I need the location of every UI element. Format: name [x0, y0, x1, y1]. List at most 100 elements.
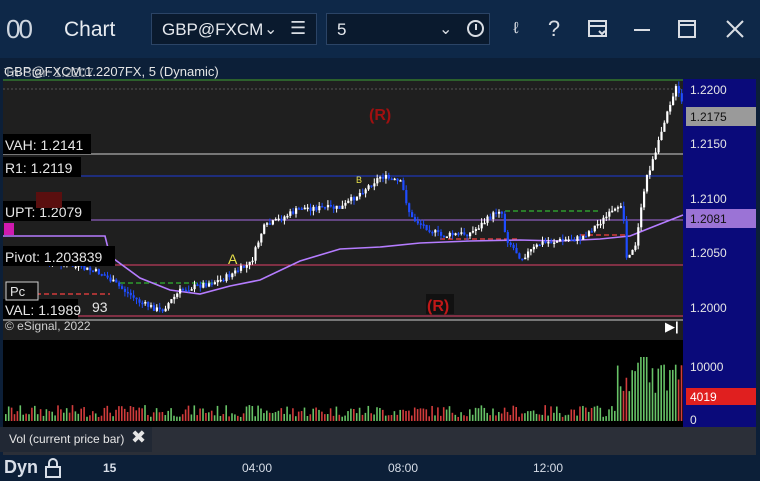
volume-bar[interactable]	[341, 416, 343, 421]
candle[interactable]	[512, 244, 515, 248]
candle[interactable]	[251, 260, 254, 263]
volume-bar[interactable]	[469, 409, 471, 421]
symbol-selector[interactable]: GBP@FXCM ⌄ ☰	[151, 13, 317, 45]
candle[interactable]	[332, 206, 335, 209]
volume-bar[interactable]	[373, 414, 375, 421]
candle[interactable]	[187, 290, 190, 292]
volume-bar[interactable]	[271, 413, 274, 421]
volume-bar[interactable]	[10, 407, 13, 421]
candle[interactable]	[631, 249, 634, 255]
volume-bar[interactable]	[65, 408, 68, 421]
volume-bar[interactable]	[616, 365, 619, 421]
volume-bar[interactable]	[173, 415, 175, 421]
volume-bar[interactable]	[582, 405, 584, 421]
candle[interactable]	[257, 242, 260, 248]
candle[interactable]	[614, 208, 617, 211]
lock-icon[interactable]	[44, 458, 62, 478]
candle[interactable]	[347, 200, 350, 203]
candle[interactable]	[477, 228, 480, 230]
candle[interactable]	[147, 301, 150, 307]
candle[interactable]	[527, 251, 530, 258]
volume-bar[interactable]	[460, 412, 462, 421]
volume-bar[interactable]	[350, 408, 352, 421]
volume-bar[interactable]	[28, 414, 30, 421]
price-chart-svg[interactable]: (R) (R) A B GBP@FXCM:1.2207FX, 5 (Dynami…	[0, 58, 760, 481]
volume-bar[interactable]	[280, 408, 283, 421]
candle[interactable]	[582, 235, 585, 240]
volume-bar[interactable]	[89, 415, 91, 421]
volume-bar[interactable]	[121, 406, 123, 421]
candle[interactable]	[210, 283, 214, 285]
candle[interactable]	[350, 197, 353, 201]
candle[interactable]	[399, 180, 402, 182]
candle[interactable]	[167, 303, 170, 309]
candle[interactable]	[315, 206, 318, 211]
volume-bar[interactable]	[576, 415, 578, 421]
volume-bar[interactable]	[237, 415, 239, 421]
candle[interactable]	[367, 185, 370, 190]
candle[interactable]	[405, 190, 408, 204]
volume-bar[interactable]	[164, 415, 167, 421]
volume-bar[interactable]	[527, 411, 529, 421]
candle[interactable]	[196, 284, 199, 286]
candle[interactable]	[184, 289, 187, 292]
volume-bar[interactable]	[500, 413, 503, 421]
candle[interactable]	[373, 183, 376, 187]
candle[interactable]	[170, 299, 173, 304]
volume-bar[interactable]	[454, 414, 457, 421]
candle[interactable]	[286, 215, 289, 218]
candle[interactable]	[483, 222, 486, 225]
volume-bar[interactable]	[300, 411, 303, 421]
volume-bar[interactable]	[518, 416, 520, 421]
candle[interactable]	[303, 207, 306, 210]
candle[interactable]	[173, 296, 176, 300]
volume-bar[interactable]	[190, 414, 193, 421]
volume-bar[interactable]	[382, 409, 384, 421]
candle[interactable]	[448, 232, 451, 237]
candle[interactable]	[489, 216, 492, 220]
candle[interactable]	[515, 247, 518, 254]
volume-bar[interactable]	[332, 415, 335, 421]
dynamic-mode-label[interactable]: Dyn	[4, 457, 38, 478]
candle[interactable]	[503, 213, 506, 233]
candle[interactable]	[535, 244, 538, 247]
volume-bar[interactable]	[135, 410, 138, 421]
volume-bar[interactable]	[289, 414, 291, 421]
candle[interactable]	[674, 86, 678, 97]
candle[interactable]	[590, 231, 593, 233]
volume-bar[interactable]	[16, 411, 19, 421]
candle[interactable]	[480, 222, 483, 229]
candle[interactable]	[208, 283, 211, 287]
candle[interactable]	[599, 223, 602, 226]
candle[interactable]	[370, 185, 373, 187]
volume-bar[interactable]	[474, 407, 477, 421]
candle[interactable]	[579, 236, 582, 240]
candle[interactable]	[445, 236, 448, 238]
candle[interactable]	[431, 231, 434, 234]
volume-bar[interactable]	[97, 416, 100, 421]
volume-bar[interactable]	[208, 412, 210, 421]
volume-bar[interactable]	[547, 415, 549, 421]
candle[interactable]	[570, 239, 573, 241]
volume-bar[interactable]	[129, 406, 132, 421]
candle[interactable]	[585, 235, 588, 238]
candle[interactable]	[645, 174, 649, 192]
volume-bar[interactable]	[358, 407, 361, 421]
volume-bar[interactable]	[596, 405, 599, 421]
candle[interactable]	[524, 257, 527, 260]
candle[interactable]	[509, 242, 512, 245]
candle[interactable]	[100, 274, 103, 276]
candle[interactable]	[74, 266, 77, 268]
candle[interactable]	[538, 244, 541, 247]
candle[interactable]	[495, 212, 498, 214]
candle[interactable]	[341, 205, 344, 209]
volume-bar[interactable]	[92, 411, 94, 421]
volume-bar[interactable]	[370, 413, 372, 421]
volume-bar[interactable]	[477, 408, 480, 421]
candle[interactable]	[121, 286, 124, 289]
candle[interactable]	[486, 216, 489, 223]
volume-bar[interactable]	[187, 405, 190, 421]
candle[interactable]	[242, 265, 245, 268]
candle[interactable]	[382, 177, 385, 179]
volume-bar[interactable]	[103, 407, 106, 421]
